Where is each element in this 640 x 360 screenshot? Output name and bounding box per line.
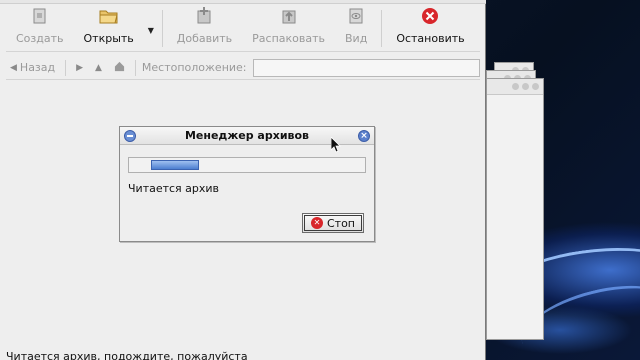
menubar	[0, 0, 486, 4]
progress-bar	[128, 157, 366, 173]
location-label: Местоположение:	[141, 61, 247, 74]
stop-icon: ✕	[310, 217, 323, 229]
create-button-label: Создать	[16, 32, 64, 45]
forward-arrow-icon: ▶	[76, 62, 84, 73]
stop-toolbar-button-label: Остановить	[396, 32, 465, 45]
window-button-icon[interactable]	[532, 83, 539, 90]
view-button[interactable]: Вид	[335, 6, 377, 51]
toolbar: Создать Открыть ▼ Добавить Распаковать В…	[6, 6, 480, 52]
create-button[interactable]: Создать	[6, 6, 74, 51]
open-dropdown-chevron-down-icon[interactable]: ▼	[144, 6, 158, 51]
back-arrow-icon: ◀	[10, 62, 17, 73]
background-window-titlebar[interactable]	[487, 79, 543, 95]
folder-open-icon	[99, 6, 119, 26]
location-input[interactable]	[252, 58, 481, 77]
add-button[interactable]: Добавить	[167, 6, 242, 51]
up-button[interactable]: ▲	[91, 63, 106, 73]
stop-toolbar-button[interactable]: Остановить	[386, 6, 474, 51]
open-button[interactable]: Открыть	[74, 6, 144, 51]
back-button-label: Назад	[19, 61, 56, 74]
stop-button[interactable]: ✕ Стоп	[302, 213, 364, 233]
background-window[interactable]	[486, 78, 544, 340]
home-icon	[114, 61, 125, 75]
view-button-label: Вид	[345, 32, 368, 45]
window-button-icon[interactable]	[522, 83, 529, 90]
new-archive-icon	[30, 6, 50, 26]
window-button-icon[interactable]	[512, 83, 519, 90]
stop-button-label: Стоп	[326, 216, 355, 230]
view-icon	[346, 6, 366, 26]
toolbar-separator	[381, 10, 383, 47]
location-separator	[65, 59, 67, 76]
location-bar: ◀ Назад ▶ ▲ Местоположение:	[6, 56, 481, 80]
dialog-minimize-icon[interactable]	[124, 130, 136, 142]
stop-icon	[420, 6, 440, 26]
add-files-icon	[194, 6, 214, 26]
open-button-label: Открыть	[83, 32, 134, 45]
back-button[interactable]: ◀ Назад	[6, 61, 59, 74]
home-button[interactable]	[110, 61, 129, 75]
dialog-close-icon[interactable]: ×	[358, 130, 370, 142]
add-button-label: Добавить	[176, 32, 233, 45]
toolbar-separator	[161, 10, 163, 47]
extract-button[interactable]: Распаковать	[242, 6, 335, 51]
extract-icon	[279, 6, 299, 26]
up-arrow-icon: ▲	[95, 62, 102, 73]
forward-button[interactable]: ▶	[72, 63, 87, 73]
progress-bar-fill	[151, 160, 199, 170]
extract-button-label: Распаковать	[252, 32, 325, 45]
dialog-message: Читается архив	[128, 182, 220, 195]
location-separator	[134, 59, 136, 76]
status-bar: Читается архив, подождите, пожалуйста	[6, 350, 248, 360]
